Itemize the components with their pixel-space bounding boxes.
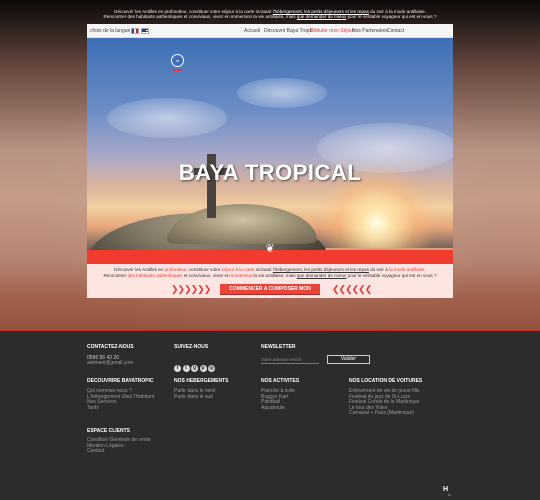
cars-heading: NOS LOCATION DE VOITURES bbox=[349, 378, 423, 384]
text: pour le véritable voyageur qui est en vo… bbox=[346, 272, 437, 278]
highlight: séjour à la carte bbox=[221, 267, 255, 272]
activities-heading: NOS ACTIVITES bbox=[261, 378, 300, 384]
newsletter-submit-button[interactable]: Valider bbox=[327, 355, 370, 364]
pinterest-icon[interactable]: p bbox=[199, 365, 207, 372]
flag-en-icon[interactable] bbox=[141, 28, 149, 34]
hilltop bbox=[167, 204, 317, 244]
client-list: Condition Générale de vente Mention Léga… bbox=[87, 437, 151, 455]
twitter-icon[interactable]: t bbox=[182, 365, 190, 372]
highlight: la mode antillaise. bbox=[389, 267, 426, 272]
intro-section: Découvrir les Antilles en profondeur, co… bbox=[87, 264, 453, 298]
start-composing-button[interactable]: COMMENCER A COMPOSER MON SEJOUR bbox=[220, 284, 320, 298]
main-frame: choix de la langue Accueil Découvrir Bay… bbox=[87, 24, 453, 298]
language-label: choix de la langue bbox=[90, 28, 131, 34]
scroll-indicator bbox=[173, 69, 182, 71]
lodging-heading: NOS HEBERGEMENTS bbox=[174, 378, 229, 384]
footer-link[interactable]: Aquaboule bbox=[261, 405, 295, 412]
nav-item-debuter[interactable]: Débuter mon Séjour bbox=[310, 28, 355, 34]
intro-link[interactable]: l'hébergement, les petits déjeuners et l… bbox=[273, 267, 369, 272]
site-logo: H bbox=[443, 486, 449, 493]
text: et conviviaux, vivez en bbox=[182, 272, 231, 278]
newsletter-heading: NEWSLETTER bbox=[261, 344, 296, 350]
highlight: immersion bbox=[230, 272, 253, 278]
flag-fr-icon[interactable] bbox=[131, 28, 139, 34]
hero-banner: BAYA TROPICAL ⌄ bbox=[87, 38, 453, 274]
top-navbar: choix de la langue Accueil Découvrir Bay… bbox=[87, 24, 453, 38]
intro-text: Découvrir les Antilles en profondeur, co… bbox=[95, 267, 445, 278]
highlight: profondeur bbox=[164, 267, 187, 272]
text: Rencontrer des habitants authentiques et… bbox=[103, 14, 297, 20]
nav-item-partenaires[interactable]: Nos Partenaires bbox=[352, 28, 388, 34]
intro-link[interactable]: l'hébergement, les petits déjeuners et l… bbox=[273, 9, 369, 14]
social-icons: f t g p ◎ bbox=[174, 356, 217, 374]
text: Découvrir les Antilles en bbox=[114, 267, 165, 272]
text: Découvrir les Antilles en profondeur, co… bbox=[114, 9, 273, 14]
facebook-icon[interactable]: f bbox=[174, 365, 181, 372]
text: Rencontrer bbox=[103, 272, 128, 278]
lodging-list: Partir dans le nord Partir dans le sud bbox=[174, 388, 215, 401]
footer-link[interactable]: Carnaval + Pass (Martinique) bbox=[349, 411, 420, 417]
top-intro-line-2: Rencontrer des habitants authentiques et… bbox=[90, 14, 450, 19]
newsletter-email-input[interactable] bbox=[261, 356, 319, 364]
chevrons-right-icon: ❯❯❯❯❯❯ bbox=[171, 284, 211, 294]
top-intro-text: Découvrir les Antilles en profondeur, co… bbox=[90, 9, 450, 20]
google-plus-icon[interactable]: g bbox=[191, 365, 198, 372]
highlight: des habitants authentiques bbox=[127, 272, 183, 278]
client-heading: ESPACE CLIENTS bbox=[87, 428, 130, 434]
activities-list: Planche à voile Buggys Kart Paintball Aq… bbox=[261, 388, 295, 412]
intro-link[interactable]: que demander de mieux bbox=[297, 14, 347, 19]
contact-email[interactable]: awimani@gmail.com bbox=[87, 360, 133, 367]
hero-title: BAYA TROPICAL bbox=[178, 160, 362, 185]
social-heading: SUIVEZ-NOUS bbox=[174, 344, 209, 350]
intro-line-2: Rencontrer des habitants authentiques et… bbox=[95, 273, 445, 279]
instagram-icon[interactable]: ◎ bbox=[208, 365, 215, 372]
footer-link[interactable]: Contact bbox=[87, 449, 151, 455]
contact-heading: CONTACTEZ-NOUS bbox=[87, 344, 134, 350]
discover-list: Qui sommes-nous ? L'hébergement chez l'H… bbox=[87, 388, 154, 412]
text: incluant bbox=[254, 267, 273, 272]
text: la vie antillaise, mais bbox=[252, 272, 297, 278]
text: pour le véritable voyageur qui est en vo… bbox=[346, 14, 437, 20]
cloud bbox=[237, 78, 327, 108]
discover-heading: DECOUVRIRE BAYATROPIC bbox=[87, 378, 154, 384]
site-logo-sub: HL bbox=[448, 494, 452, 497]
nav-item-decouvrir[interactable]: Découvrir Baya Tropic bbox=[264, 28, 313, 34]
nav-item-contact[interactable]: Contact bbox=[387, 28, 404, 34]
footer-link[interactable]: Tarifs bbox=[87, 405, 154, 412]
cars-list: Enlèvement de vie de jeune fille Festiva… bbox=[349, 388, 420, 417]
footer-link[interactable]: Partir dans le sud bbox=[174, 394, 215, 401]
text: du soir à bbox=[368, 267, 390, 272]
cloud bbox=[107, 98, 227, 138]
intro-link[interactable]: que demander de mieux bbox=[297, 273, 347, 278]
chevrons-left-icon: ❮❮❮❮❮❮ bbox=[332, 284, 372, 294]
text: , constituer votre bbox=[186, 267, 222, 272]
flower-ornament-icon: ❦ bbox=[265, 243, 275, 255]
text: du soir à la mode antillaise. bbox=[368, 9, 426, 14]
nav-item-accueil[interactable]: Accueil bbox=[244, 28, 260, 34]
chevron-down-icon[interactable]: ⌄ bbox=[171, 54, 184, 67]
